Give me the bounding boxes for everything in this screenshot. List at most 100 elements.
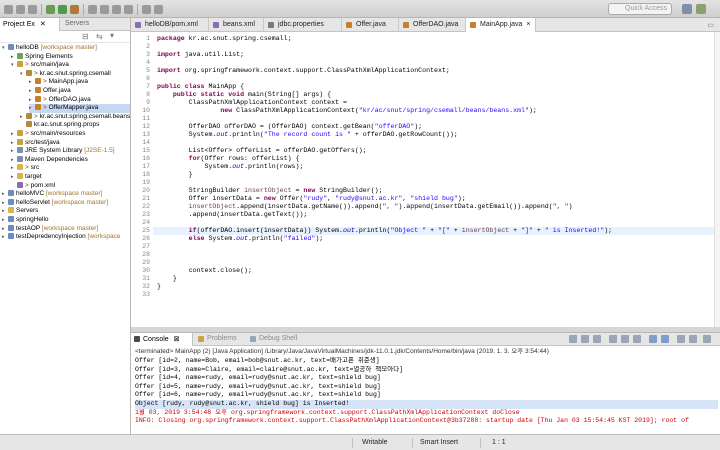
tree-item[interactable]: ▸ > OfferDAO.java (29, 95, 130, 105)
editor-tab[interactable]: beans.xml (209, 18, 264, 32)
line-number: 15 (142, 147, 150, 154)
code-line[interactable]: package kr.ac.snut.spring.csemall; (157, 35, 292, 43)
open-type-icon[interactable] (100, 5, 109, 14)
code-line[interactable]: } (157, 171, 193, 179)
back-icon[interactable] (142, 5, 151, 14)
tree-item[interactable]: ▸ Servers (2, 207, 130, 216)
close-icon[interactable]: ✕ (40, 21, 46, 28)
code-token: "rudy" (303, 195, 328, 202)
tree-item[interactable]: ▸ > kr.ac.snut.spring.csemall.beans (20, 112, 130, 122)
debug-icon[interactable] (46, 5, 55, 14)
code-line[interactable]: StringBuilder insertObject = new StringB… (157, 187, 383, 195)
link-editor-icon[interactable]: ⇆ (96, 32, 103, 41)
tree-item[interactable]: ▸ > OfferMapper.java (29, 104, 130, 113)
remove-launch-icon[interactable] (581, 335, 589, 343)
tab-servers[interactable]: Servers (62, 18, 92, 31)
tree-item[interactable]: ▸ testAOP [workspace master] (2, 224, 130, 234)
code-line[interactable]: new ClassPathXmlApplicationContext("kr/a… (157, 107, 537, 115)
editor-tab[interactable]: jdbc.properties (264, 18, 342, 32)
tree-item[interactable]: ▾ > kr.ac.snut.spring.csemall (20, 69, 130, 79)
editor-tab[interactable]: OfferDAO.java (399, 18, 466, 32)
tree-item[interactable]: ▸ > src/main/resources (11, 130, 130, 139)
minimize-icon[interactable] (703, 335, 711, 343)
code-line[interactable]: List<Offer> offerList = offerDAO.getOffe… (157, 147, 367, 155)
tree-item[interactable]: ▸ helloServlet [workspace master] (2, 198, 130, 208)
print-icon[interactable] (28, 5, 37, 14)
editor-tab[interactable]: MainApp.java × (466, 18, 536, 32)
code-line[interactable]: OfferDAO offerDAO = (OfferDAO) context.g… (157, 123, 423, 131)
tree-item[interactable]: > pom.xml (11, 181, 130, 191)
tree-item[interactable]: ▸ JRE System Library [J2SE-1.5] (11, 147, 130, 156)
code-line[interactable]: System.out.println("The record count is … (157, 131, 458, 139)
remove-all-icon[interactable] (593, 335, 601, 343)
annotation-icon[interactable] (124, 5, 133, 14)
spring-perspective-icon[interactable] (696, 4, 706, 14)
code-editor[interactable]: 1 2 3 4 5 6 7 8 9 10 11 12 13 14 15 16 17 18 19 20 21 22 23 24 2… (131, 32, 720, 327)
tree-item[interactable]: kr.ac.snut.spring.props (20, 121, 130, 130)
code-line[interactable]: for(Offer rows: offerList) { (157, 155, 300, 163)
line-number: 9 (146, 99, 150, 106)
code-line[interactable]: .append(insertData.getText()); (157, 211, 308, 219)
show-on-stdout-icon[interactable] (649, 335, 657, 343)
code-line[interactable]: else System.out.println("failed"); (157, 235, 324, 243)
line-number: 6 (146, 75, 150, 82)
code-line[interactable]: Offer insertData = new Offer("rudy", "ru… (157, 195, 466, 203)
new-java-class-icon[interactable] (88, 5, 97, 14)
tree-item[interactable]: ▸ testDepredencyInjection [workspace (2, 233, 130, 242)
search-icon[interactable] (112, 5, 121, 14)
tree-item[interactable]: ▾ helloDB [workspace master] (2, 44, 130, 53)
tab-problems[interactable]: Problems (195, 333, 241, 346)
tree-item[interactable]: ▸ Spring Elements (11, 52, 130, 62)
code-line[interactable]: import org.springframework.context.suppo… (157, 67, 450, 75)
forward-icon[interactable] (154, 5, 163, 14)
line-number: 20 (142, 187, 150, 194)
show-on-stderr-icon[interactable] (661, 335, 669, 343)
code-line[interactable]: } (157, 283, 161, 291)
tree-item[interactable]: ▸ > MainApp.java (29, 78, 130, 87)
editor-scrollbar[interactable] (714, 32, 720, 327)
run-icon[interactable] (58, 5, 67, 14)
code-line[interactable]: ClassPathXmlApplicationContext context = (157, 99, 351, 107)
save-icon[interactable] (16, 5, 25, 14)
tree-item[interactable]: ▸ helloMVC [workspace master] (2, 190, 130, 199)
tree-item[interactable]: ▸ springHello (2, 216, 130, 225)
terminate-icon[interactable] (569, 335, 577, 343)
tab-project-explorer[interactable]: Project Ex ✕ (0, 18, 60, 31)
code-line[interactable]: public class MainApp { (157, 83, 244, 91)
scroll-lock-icon[interactable] (621, 335, 629, 343)
code-line[interactable]: import java.util.List; (157, 51, 244, 59)
code-line[interactable]: System.out.println(rows); (157, 163, 303, 171)
editor-tab[interactable]: helloDB/pom.xml (131, 18, 209, 32)
new-icon[interactable] (4, 5, 13, 14)
maximize-icon[interactable]: ▭ (707, 21, 714, 29)
close-icon[interactable]: × (526, 21, 530, 28)
open-console-icon[interactable] (689, 335, 697, 343)
code-token: public static void (172, 91, 249, 98)
tree-item[interactable]: ▸ target (11, 173, 130, 182)
code-line[interactable]: if(offerDAO.insert(insertData)) System.o… (157, 227, 612, 235)
tab-debug-shell[interactable]: Debug Shell (247, 333, 301, 346)
code-line[interactable]: } (157, 275, 177, 283)
external-tools-icon[interactable] (70, 5, 79, 14)
word-wrap-icon[interactable] (633, 335, 641, 343)
code-line[interactable]: context.close(); (157, 267, 252, 275)
code-token: new (220, 107, 237, 114)
tree-item[interactable]: ▸ > src (11, 164, 130, 173)
code-line[interactable]: public static void main(String[] args) { (157, 91, 331, 99)
display-console-icon[interactable] (677, 335, 685, 343)
quick-access-field[interactable]: Quick Access (608, 3, 672, 15)
xml-file-icon (213, 22, 219, 28)
collapse-all-icon[interactable]: ⊟ (82, 32, 89, 41)
clear-console-icon[interactable] (609, 335, 617, 343)
java-perspective-icon[interactable] (682, 4, 692, 14)
tree-item-label: kr.ac.snut.spring.props (34, 121, 100, 129)
tree-item[interactable]: ▸ Offer.java (29, 87, 130, 96)
close-icon[interactable]: ⊠ (174, 336, 180, 343)
editor-tab[interactable]: Offer.java (342, 18, 399, 32)
tab-console[interactable]: Console ⊠ (131, 333, 193, 346)
tree-item[interactable]: ▸ Maven Dependencies (11, 155, 130, 165)
code-line[interactable]: insertObject.append(insertData.getName()… (157, 203, 573, 211)
view-menu-icon[interactable]: ▾ (110, 31, 114, 40)
tree-item[interactable]: ▾ > src/main/java (11, 61, 130, 70)
tree-item[interactable]: ▸ src/test/java (11, 138, 130, 148)
